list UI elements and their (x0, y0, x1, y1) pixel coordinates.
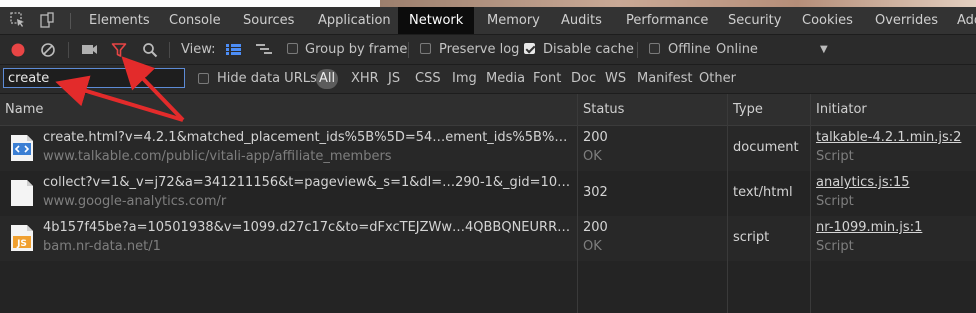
request-status-text: OK (583, 149, 602, 164)
initiator-type: Script (816, 239, 854, 254)
page-background-strip (0, 0, 976, 7)
request-name: collect?v=1&_v=j72&a=341211156&t=pagevie… (43, 175, 575, 190)
tab-audits[interactable]: Audits (550, 7, 613, 34)
blank-document-icon (11, 180, 33, 206)
html-document-icon (11, 135, 33, 161)
request-status-code: 200 (583, 220, 608, 235)
tab-network[interactable]: Network (398, 7, 475, 34)
table-row[interactable]: create.html?v=4.2.1&matched_placement_id… (0, 126, 976, 171)
tab-security[interactable]: Security (717, 7, 792, 34)
type-filter-manifest[interactable]: Manifest (637, 65, 692, 93)
type-filter-xhr[interactable]: XHR (351, 65, 379, 93)
request-name: 4b157f45be?a=10501938&v=1099.d27c17c&to=… (43, 220, 575, 235)
request-status-code: 302 (583, 185, 608, 200)
requests-table-header: Name Status Type Initiator (0, 94, 976, 126)
preserve-log-checkbox[interactable] (420, 43, 431, 54)
offline-label: Offline (668, 42, 711, 57)
table-row[interactable]: JS 4b157f45be?a=10501938&v=1099.d27c17c&… (0, 216, 976, 261)
tab-sources[interactable]: Sources (232, 7, 305, 34)
type-filter-img[interactable]: Img (452, 65, 477, 93)
column-divider[interactable] (727, 94, 728, 313)
view-label: View: (181, 42, 216, 57)
request-status-code: 200 (583, 130, 608, 145)
tab-application[interactable]: Application (307, 7, 402, 34)
hide-data-urls-label: Hide data URLs (217, 71, 317, 86)
request-domain: www.talkable.com/public/vitali-app/affil… (43, 149, 392, 164)
initiator-type: Script (816, 194, 854, 209)
throttling-select[interactable]: Online (716, 35, 758, 64)
tab-cookies[interactable]: Cookies (791, 7, 864, 34)
tab-memory[interactable]: Memory (476, 7, 551, 34)
type-filter-js[interactable]: JS (388, 65, 400, 93)
request-status-text: OK (583, 239, 602, 254)
large-rows-icon[interactable] (225, 43, 242, 56)
request-type: text/html (733, 185, 793, 200)
devtools-tab-bar: Elements Console Sources Application Net… (0, 7, 976, 35)
page-white-area (0, 0, 380, 7)
disable-cache-checkbox[interactable] (524, 43, 535, 54)
column-header-initiator[interactable]: Initiator (816, 94, 867, 125)
device-toolbar-icon[interactable] (39, 12, 55, 28)
type-filter-other[interactable]: Other (699, 65, 736, 93)
filter-icon[interactable] (111, 42, 127, 58)
initiator-link[interactable]: nr-1099.min.js:1 (816, 220, 922, 235)
type-filter-media[interactable]: Media (486, 65, 525, 93)
page-image-area (380, 0, 976, 7)
record-icon[interactable] (10, 42, 26, 58)
toolbar-separator (637, 42, 638, 58)
table-row[interactable]: collect?v=1&_v=j72&a=341211156&t=pagevie… (0, 171, 976, 216)
waterfall-overview-icon[interactable] (255, 43, 273, 56)
tab-add[interactable]: Add (946, 7, 976, 34)
tab-performance[interactable]: Performance (615, 7, 719, 34)
offline-checkbox[interactable] (649, 43, 660, 54)
type-filter-font[interactable]: Font (533, 65, 561, 93)
tab-overrides[interactable]: Overrides (864, 7, 949, 34)
toolbar-separator (169, 42, 170, 58)
disable-cache-label: Disable cache (543, 42, 634, 57)
type-filter-doc[interactable]: Doc (571, 65, 596, 93)
filter-bar: Hide data URLs All XHR JS CSS Img Media … (0, 65, 976, 94)
type-filter-css[interactable]: CSS (415, 65, 441, 93)
tab-separator (70, 13, 71, 29)
filter-input[interactable] (3, 68, 185, 88)
type-filter-ws[interactable]: WS (605, 65, 626, 93)
request-domain: www.google-analytics.com/r (43, 194, 227, 209)
inspect-element-icon[interactable] (10, 12, 26, 28)
initiator-link[interactable]: talkable-4.2.1.min.js:2 (816, 130, 961, 145)
request-name: create.html?v=4.2.1&matched_placement_id… (43, 130, 575, 145)
column-header-type[interactable]: Type (733, 94, 763, 125)
initiator-type: Script (816, 149, 854, 164)
hide-data-urls-checkbox[interactable] (198, 73, 209, 84)
clear-icon[interactable] (40, 42, 56, 58)
request-type: document (733, 140, 799, 155)
request-type: script (733, 230, 770, 245)
tab-console[interactable]: Console (158, 7, 232, 34)
toolbar-separator (68, 42, 69, 58)
screenshot-camera-icon[interactable] (81, 43, 98, 56)
group-by-frame-checkbox[interactable] (287, 43, 298, 54)
column-divider[interactable] (577, 94, 578, 313)
search-icon[interactable] (142, 42, 158, 58)
throttling-dropdown-icon[interactable]: ▼ (820, 35, 828, 64)
js-script-icon: JS (11, 225, 33, 251)
type-filter-all[interactable]: All (316, 69, 339, 89)
network-toolbar: View: Group by frame Preserve log Disabl… (0, 35, 976, 65)
toolbar-separator (408, 42, 409, 58)
column-header-status[interactable]: Status (583, 94, 624, 125)
request-domain: bam.nr-data.net/1 (43, 239, 161, 254)
preserve-log-label: Preserve log (439, 42, 520, 57)
group-by-frame-label: Group by frame (305, 42, 408, 57)
tab-elements[interactable]: Elements (78, 7, 161, 34)
initiator-link[interactable]: analytics.js:15 (816, 175, 910, 190)
column-divider[interactable] (810, 94, 811, 313)
column-header-name[interactable]: Name (5, 94, 43, 125)
svg-text:JS: JS (16, 239, 27, 249)
